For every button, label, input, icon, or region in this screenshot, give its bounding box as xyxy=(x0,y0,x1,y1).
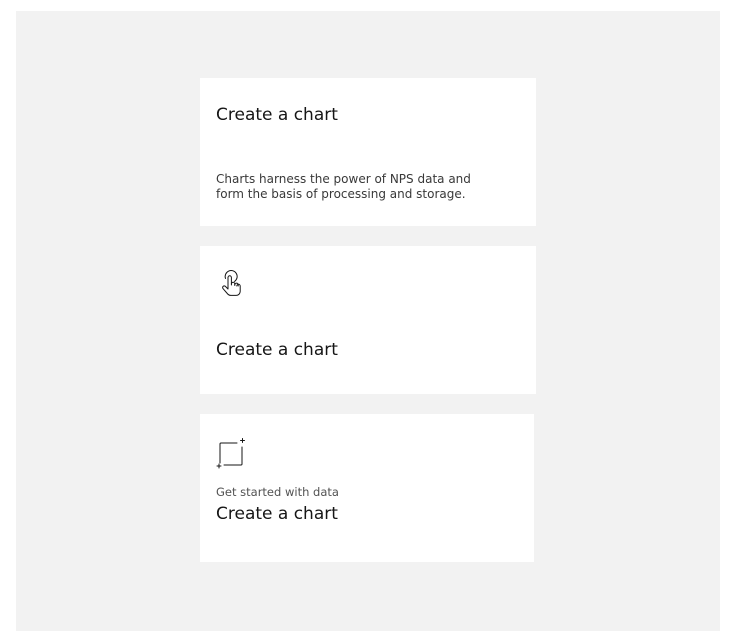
create-chart-tile-description[interactable]: Create a chart Charts harness the power … xyxy=(200,78,536,226)
create-chart-tile-get-started[interactable]: Get started with data Create a chart xyxy=(200,414,534,562)
tile-label: Get started with data xyxy=(216,485,339,499)
tile-description-line: Charts harness the power of NPS data and xyxy=(216,172,471,186)
tile-title: Create a chart xyxy=(216,504,338,524)
create-chart-tile-touch[interactable]: Create a chart xyxy=(200,246,536,394)
tile-canvas: Create a chart Charts harness the power … xyxy=(16,11,720,631)
tile-title: Create a chart xyxy=(216,105,338,125)
tile-description: Charts harness the power of NPS data and… xyxy=(216,172,476,202)
tile-title: Create a chart xyxy=(216,340,338,360)
touch-icon xyxy=(216,269,248,301)
tile-description-line: form the basis of processing and storage… xyxy=(216,187,466,201)
add-area-icon xyxy=(216,437,248,469)
